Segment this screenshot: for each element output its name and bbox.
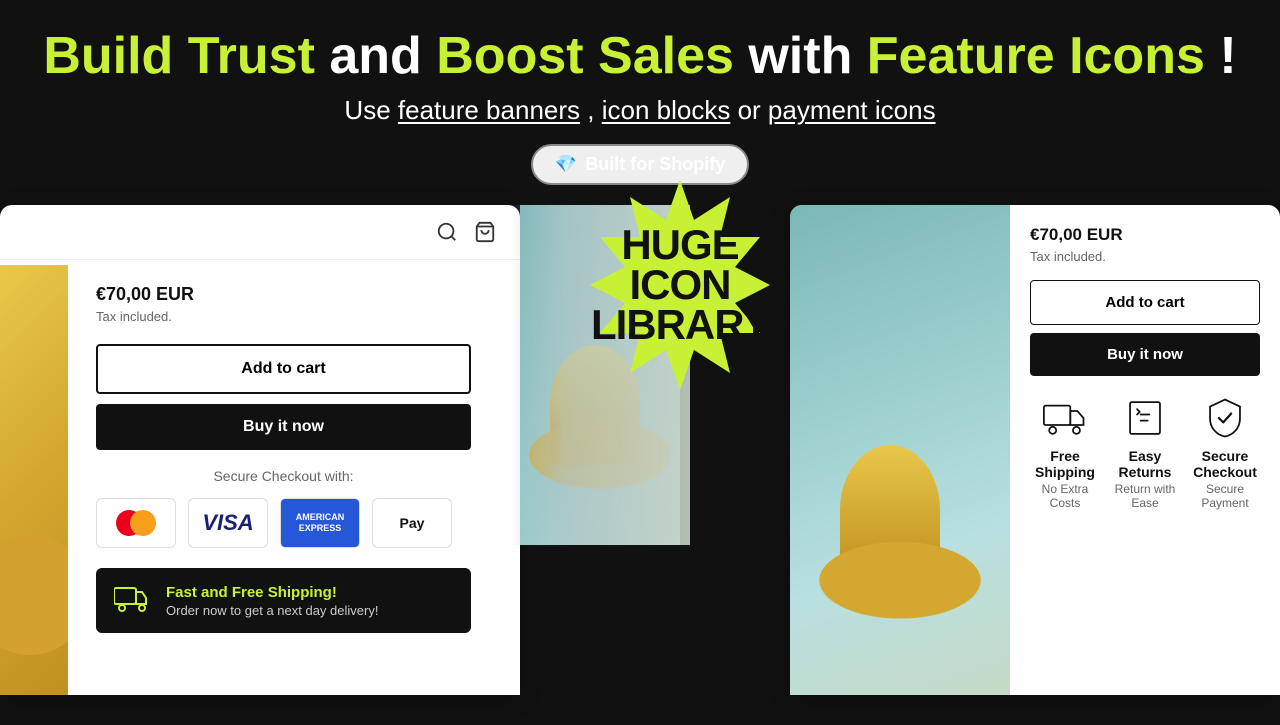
returns-feature-sub: Return with Ease [1110,482,1180,510]
subtitle-feature: feature banners [398,95,580,125]
right-card: €70,00 EUR Tax included. Add to cart Buy… [790,205,1280,695]
applepay-text: Pay [400,515,425,531]
visa-icon: VISA [188,498,268,548]
shipping-feature-sub: No Extra Costs [1030,482,1100,510]
right-buy-now-button[interactable]: Buy it now [1030,333,1260,376]
checkout-feature-title: Secure Checkout [1190,448,1260,480]
card-header [0,205,520,260]
shipping-banner: Fast and Free Shipping! Order now to get… [96,568,471,633]
subtitle-use: Use [344,95,397,125]
title-feature-icons: Feature Icons [867,27,1205,85]
returns-feature-icon [1123,396,1167,440]
mc-right-circle [130,510,156,536]
applepay-icon: Pay [372,498,452,548]
search-icon [436,221,458,243]
right-card-body: €70,00 EUR Tax included. Add to cart Buy… [1010,225,1280,510]
starburst-line1: HUGE [591,225,769,265]
left-product-image [0,265,68,695]
feature-free-shipping: Free Shipping No Extra Costs [1030,396,1100,510]
amex-line2: EXPRESS [299,523,342,534]
title-exclaim: ! [1219,27,1236,85]
subtitle: Use feature banners , icon blocks or pay… [40,95,1240,126]
title-with: with [748,27,866,85]
feature-secure-checkout: Secure Checkout Secure Payment [1190,396,1260,510]
right-price: €70,00 EUR [1030,225,1260,245]
title-boost-sales: Boost Sales [436,27,734,85]
checkout-feature-sub: Secure Payment [1190,482,1260,510]
starburst-line2: ICON [591,265,769,305]
cart-icon [474,221,496,243]
truck-icon [114,582,150,619]
visa-text: VISA [202,510,253,536]
left-buy-now-button[interactable]: Buy it now [96,404,471,450]
shopify-emoji: 💎 [555,154,577,175]
right-add-to-cart-button[interactable]: Add to cart [1030,280,1260,325]
subtitle-comma1: , [587,95,601,125]
title-and: and [329,27,436,85]
left-add-to-cart-button[interactable]: Add to cart [96,344,471,394]
amex-inner: AMERICAN EXPRESS [281,499,359,547]
subtitle-icon: icon blocks [602,95,731,125]
checkout-feature-icon [1203,396,1247,440]
secure-checkout-label: Secure Checkout with: [96,468,471,484]
feature-easy-returns: Easy Returns Return with Ease [1110,396,1180,510]
subtitle-payment: payment icons [768,95,936,125]
subtitle-or: or [738,95,768,125]
left-card-body: €70,00 EUR Tax included. Add to cart Buy… [68,260,520,657]
returns-feature-title: Easy Returns [1110,448,1180,480]
mastercard-icon [96,498,176,548]
shopify-label: Built for Shopify [585,154,725,175]
shipping-feature-title: Free Shipping [1030,448,1100,480]
shipping-title: Fast and Free Shipping! [166,584,378,601]
amex-icon: AMERICAN EXPRESS [280,498,360,548]
right-product-shape [840,445,940,575]
right-product-image [790,205,1010,695]
amex-line1: AMERICAN [296,512,345,523]
main-title: Build Trust and Boost Sales with Feature… [40,28,1240,85]
main-content: €70,00 EUR Tax included. Add to cart Buy… [0,205,1280,725]
right-tax-note: Tax included. [1030,249,1260,264]
truck-svg [114,582,150,612]
starburst-line3: LIBRARY [591,305,769,345]
left-price: €70,00 EUR [96,284,492,305]
payment-icons-row: VISA AMERICAN EXPRESS Pay [96,498,471,548]
left-tax-note: Tax included. [96,309,492,324]
starburst-text: HUGE ICON LIBRARY [591,225,769,345]
shipping-subtitle: Order now to get a next day delivery! [166,603,378,618]
feature-icons-row: Free Shipping No Extra Costs Easy Return… [1030,396,1260,510]
starburst-badge: HUGE ICON LIBRARY [570,175,790,395]
cart-button[interactable] [474,221,496,243]
title-build-trust: Build Trust [43,27,315,85]
shipping-text: Fast and Free Shipping! Order now to get… [166,584,378,618]
search-button[interactable] [436,221,458,243]
left-card: €70,00 EUR Tax included. Add to cart Buy… [0,205,520,695]
shipping-feature-icon [1043,396,1087,440]
